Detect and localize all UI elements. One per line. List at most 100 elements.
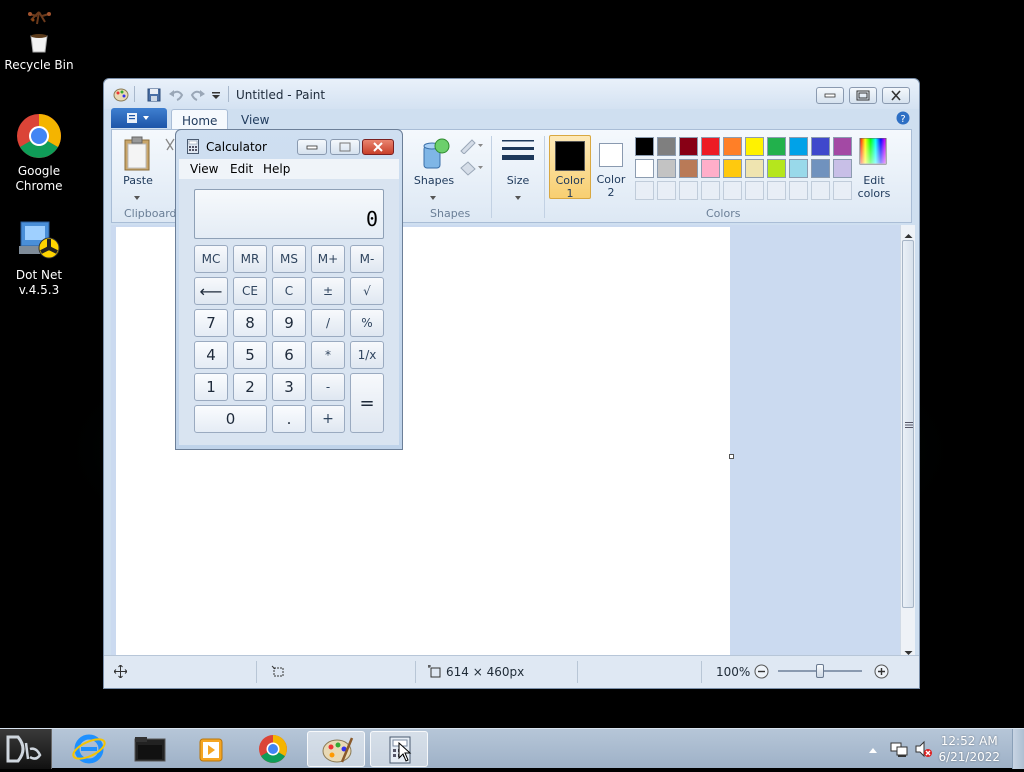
edit-colors-icon[interactable] (857, 137, 889, 166)
palette-color-swatch[interactable] (789, 159, 808, 178)
calc-menu-edit[interactable]: Edit (230, 162, 253, 176)
paint-maximize-button[interactable] (849, 87, 877, 104)
palette-color-swatch[interactable] (811, 159, 830, 178)
digit-1-button[interactable]: 1 (194, 373, 228, 401)
paint-title-bar[interactable]: Untitled - Paint (104, 79, 919, 109)
desktop-icon-google-chrome[interactable]: Google Chrome (1, 112, 77, 194)
zoom-slider-thumb[interactable] (816, 664, 824, 678)
palette-color-swatch[interactable] (657, 137, 676, 156)
digit-9-button[interactable]: 9 (272, 309, 306, 337)
palette-color-swatch[interactable] (635, 137, 654, 156)
vertical-scroll-thumb[interactable] (902, 240, 914, 608)
palette-custom-slot[interactable] (833, 181, 852, 200)
calculator-close-button[interactable] (362, 139, 394, 155)
tab-view[interactable]: View (231, 109, 279, 130)
palette-color-swatch[interactable] (767, 137, 786, 156)
show-desktop-button[interactable] (1012, 729, 1024, 769)
calculator-app-icon[interactable] (187, 139, 199, 157)
ms-button[interactable]: MS (272, 245, 306, 273)
palette-color-swatch[interactable] (723, 159, 742, 178)
network-icon[interactable] (890, 740, 908, 761)
digit-7-button[interactable]: 7 (194, 309, 228, 337)
palette-color-swatch[interactable] (789, 137, 808, 156)
m-minus-button[interactable]: M- (350, 245, 384, 273)
palette-custom-slot[interactable] (767, 181, 786, 200)
fill-icon[interactable] (458, 160, 484, 179)
palette-custom-slot[interactable] (657, 181, 676, 200)
palette-custom-slot[interactable] (701, 181, 720, 200)
digit-6-button[interactable]: 6 (272, 341, 306, 369)
zoom-out-icon[interactable] (754, 664, 769, 682)
backspace-button[interactable]: ⟵ (194, 277, 228, 305)
percent-button[interactable]: % (350, 309, 384, 337)
digit-2-button[interactable]: 2 (233, 373, 267, 401)
volume-muted-icon[interactable] (914, 740, 932, 761)
zoom-in-icon[interactable] (874, 664, 889, 682)
palette-color-swatch[interactable] (679, 159, 698, 178)
paint-menu-button[interactable] (111, 108, 167, 128)
size-button-label[interactable]: Size (498, 174, 538, 187)
edit-colors-label[interactable]: Edit colors (852, 174, 896, 200)
shapes-icon[interactable] (418, 136, 450, 172)
digit-3-button[interactable]: 3 (272, 373, 306, 401)
size-icon[interactable] (502, 138, 534, 169)
undo-icon[interactable] (168, 88, 184, 102)
digit-0-button[interactable]: 0 (194, 405, 267, 433)
palette-color-swatch[interactable] (745, 159, 764, 178)
vertical-scrollbar[interactable] (900, 225, 915, 655)
palette-color-swatch[interactable] (745, 137, 764, 156)
palette-custom-slot[interactable] (679, 181, 698, 200)
desktop-icon-dot-net[interactable]: Dot Net v.4.5.3 (1, 216, 77, 298)
palette-color-swatch[interactable] (657, 159, 676, 178)
customize-quick-access-icon[interactable] (211, 88, 225, 102)
palette-color-swatch[interactable] (833, 159, 852, 178)
palette-custom-slot[interactable] (745, 181, 764, 200)
ce-button[interactable]: CE (233, 277, 267, 305)
palette-color-swatch[interactable] (723, 137, 742, 156)
paint-minimize-button[interactable] (816, 87, 844, 104)
sqrt-button[interactable]: √ (350, 277, 384, 305)
palette-custom-slot[interactable] (723, 181, 742, 200)
reciprocal-button[interactable]: 1/x (350, 341, 384, 369)
taskbar-file-explorer[interactable] (121, 731, 179, 767)
taskbar-media-player[interactable] (182, 731, 240, 767)
divide-button[interactable]: / (311, 309, 345, 337)
calc-menu-help[interactable]: Help (263, 162, 290, 176)
multiply-button[interactable]: * (311, 341, 345, 369)
tab-home[interactable]: Home (171, 109, 229, 130)
save-icon[interactable] (147, 88, 161, 102)
mc-button[interactable]: MC (194, 245, 228, 273)
m-plus-button[interactable]: M+ (311, 245, 345, 273)
decimal-button[interactable]: . (272, 405, 306, 433)
redo-icon[interactable] (190, 88, 205, 102)
palette-color-swatch[interactable] (767, 159, 786, 178)
digit-8-button[interactable]: 8 (233, 309, 267, 337)
taskbar-google-chrome[interactable] (244, 731, 302, 767)
calc-menu-view[interactable]: View (190, 162, 218, 176)
paste-button-label[interactable]: Paste (118, 174, 158, 187)
paste-dropdown-icon[interactable] (132, 190, 142, 204)
palette-custom-slot[interactable] (789, 181, 808, 200)
plus-minus-button[interactable]: ± (311, 277, 345, 305)
taskbar-paint[interactable] (307, 731, 365, 767)
paint-close-button[interactable] (882, 87, 910, 104)
palette-custom-slot[interactable] (635, 181, 654, 200)
palette-color-swatch[interactable] (833, 137, 852, 156)
equals-button[interactable]: = (350, 373, 384, 433)
palette-color-swatch[interactable] (635, 159, 654, 178)
digit-5-button[interactable]: 5 (233, 341, 267, 369)
digit-4-button[interactable]: 4 (194, 341, 228, 369)
size-dropdown-icon[interactable] (513, 190, 523, 204)
mr-button[interactable]: MR (233, 245, 267, 273)
shapes-dropdown-icon[interactable] (428, 190, 438, 204)
taskbar-internet-explorer[interactable] (60, 731, 118, 767)
calculator-maximize-button[interactable] (330, 139, 360, 155)
calculator-minimize-button[interactable] (297, 139, 327, 155)
canvas-resize-handle[interactable] (729, 454, 734, 459)
palette-color-swatch[interactable] (701, 137, 720, 156)
color2-button[interactable]: Color 2 (593, 135, 629, 199)
palette-custom-slot[interactable] (811, 181, 830, 200)
palette-color-swatch[interactable] (811, 137, 830, 156)
c-button[interactable]: C (272, 277, 306, 305)
paint-app-icon[interactable] (113, 88, 129, 102)
